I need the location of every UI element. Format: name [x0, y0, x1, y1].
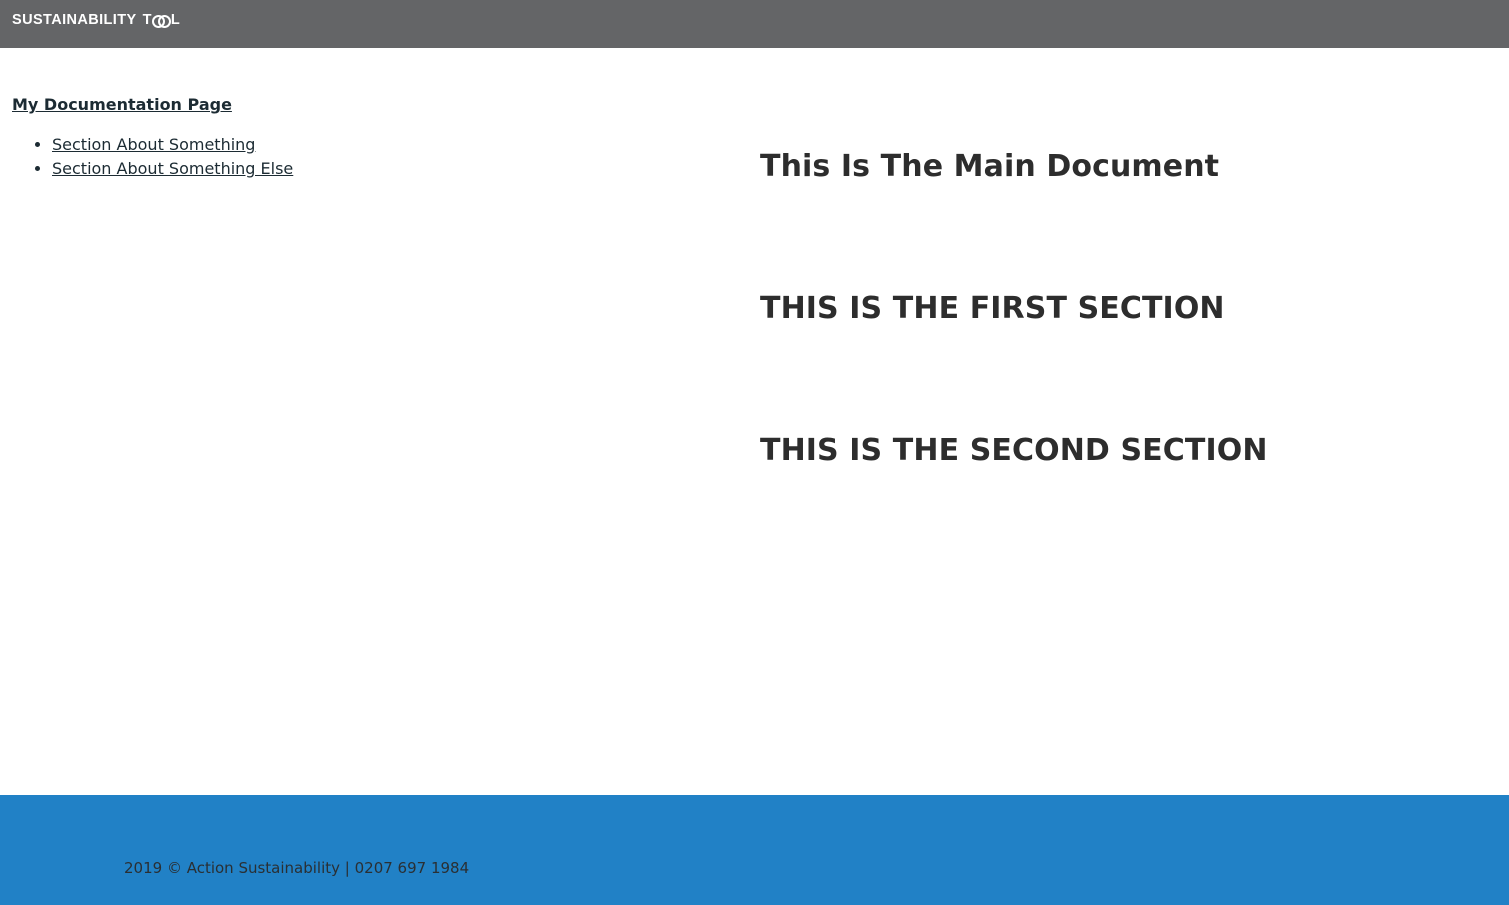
main-document: This Is The Main Document THIS IS THE FI… [760, 145, 1460, 571]
toc-link-section-about-something[interactable]: Section About Something [52, 135, 255, 154]
footer-copyright: 2019 © Action Sustainability | 0207 697 … [124, 859, 470, 877]
documentation-page-link[interactable]: My Documentation Page [12, 94, 232, 116]
logo-linked-rings-icon [152, 14, 172, 28]
logo-letter-l: L [170, 12, 181, 28]
toc-item-1: Section About Something [52, 133, 612, 157]
logo-word-sustainability: SUSTAINABILITY [12, 12, 137, 28]
table-of-contents: Section About Something Section About So… [12, 133, 612, 181]
toc-link-section-about-something-else[interactable]: Section About Something Else [52, 159, 293, 178]
sustainability-tool-logo[interactable]: SUSTAINABILITY T L [12, 11, 180, 29]
toc-item-2: Section About Something Else [52, 157, 612, 181]
first-section-heading: THIS IS THE FIRST SECTION [760, 291, 1225, 326]
logo-letter-t: T [142, 12, 152, 28]
documentation-sidebar: My Documentation Page Section About Some… [12, 94, 612, 181]
top-bar: SUSTAINABILITY T L [0, 0, 1509, 48]
second-section-heading: THIS IS THE SECOND SECTION [760, 433, 1268, 468]
main-document-title: This Is The Main Document [760, 149, 1220, 184]
footer: 2019 © Action Sustainability | 0207 697 … [0, 795, 1509, 905]
